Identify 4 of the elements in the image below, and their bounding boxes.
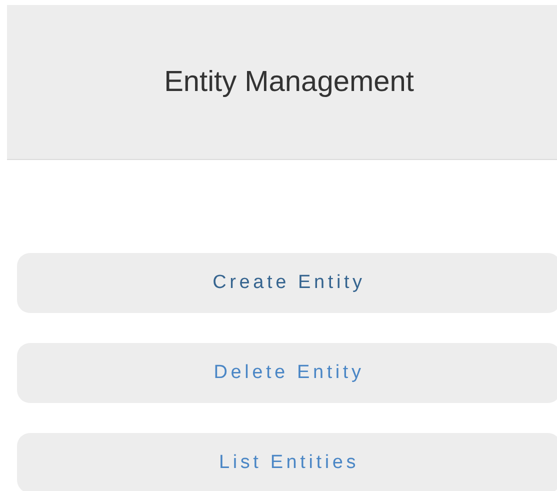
list-entities-button[interactable]: List Entities <box>17 433 557 491</box>
page-title: Entity Management <box>164 66 414 98</box>
delete-entity-button[interactable]: Delete Entity <box>17 343 557 403</box>
create-entity-button[interactable]: Create Entity <box>17 253 557 313</box>
